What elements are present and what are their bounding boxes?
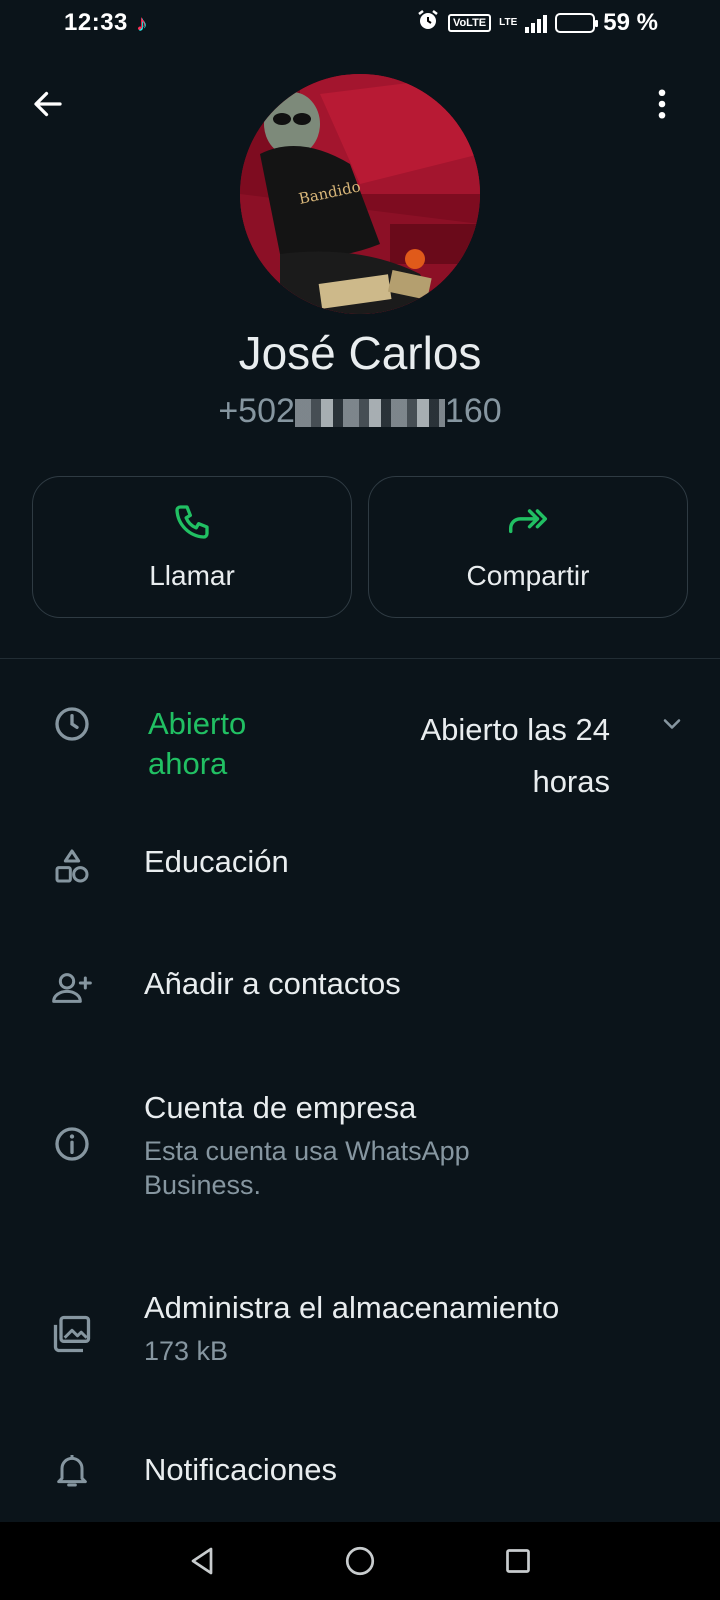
contact-phone: +502 160 <box>0 392 720 431</box>
manage-storage-title: Administra el almacenamiento <box>144 1290 560 1325</box>
lte-label: LTE <box>499 17 518 28</box>
add-contact-row[interactable]: Añadir a contactos <box>0 940 720 1036</box>
arrow-left-icon <box>34 91 62 117</box>
system-nav-bar <box>0 1522 720 1600</box>
business-account-row[interactable]: Cuenta de empresa Esta cuenta usa WhatsA… <box>0 1090 720 1220</box>
share-forward-icon <box>508 509 548 534</box>
back-button[interactable] <box>24 80 72 128</box>
share-button[interactable]: Compartir <box>368 476 688 618</box>
more-vertical-icon <box>658 89 666 119</box>
signal-icon <box>525 13 548 33</box>
business-account-subtitle: Esta cuenta usa WhatsApp Business. <box>144 1136 470 1200</box>
alarm-icon <box>416 8 440 39</box>
section-divider <box>0 658 720 659</box>
category-shapes-icon <box>48 842 96 890</box>
tiktok-notification-icon: ♪ <box>135 10 147 35</box>
nav-recents-button[interactable] <box>494 1537 542 1585</box>
add-contact-label: Añadir a contactos <box>144 966 401 1001</box>
contact-name: José Carlos <box>238 327 482 379</box>
nav-back-icon <box>191 1547 213 1575</box>
gallery-stack-icon <box>48 1310 96 1358</box>
business-account-title: Cuenta de empresa <box>144 1090 417 1125</box>
nav-recents-icon <box>506 1549 530 1573</box>
phone-suffix: 160 <box>444 392 502 430</box>
bell-icon <box>48 1446 96 1494</box>
nav-home-button[interactable] <box>336 1537 384 1585</box>
category-row: Educación <box>0 820 720 910</box>
chevron-down-icon <box>663 719 681 729</box>
call-button[interactable]: Llamar <box>32 476 352 618</box>
notifications-row[interactable]: Notificaciones <box>0 1440 720 1510</box>
business-hours-row[interactable] <box>0 700 720 800</box>
phone-icon <box>175 505 209 539</box>
battery-percent: 59 % <box>603 9 658 36</box>
hours-status: Abierto ahora <box>148 706 247 781</box>
status-time: 12:33 <box>64 9 128 36</box>
status-bar: 12:33 ♪ VoLTE LTE 59 % <box>0 0 720 46</box>
more-options-button[interactable] <box>638 80 686 128</box>
manage-storage-row[interactable]: Administra el almacenamiento 173 kB <box>0 1290 720 1390</box>
volte-badge: VoLTE <box>447 14 492 32</box>
call-label: Llamar <box>149 560 235 591</box>
hours-value: Abierto las 24 horas <box>420 712 610 799</box>
nav-home-icon <box>345 1546 375 1576</box>
clock-icon <box>48 700 96 748</box>
info-icon <box>48 1120 96 1168</box>
storage-size: 173 kB <box>144 1336 229 1366</box>
nav-back-button[interactable] <box>178 1537 226 1585</box>
category-label: Educación <box>144 844 289 879</box>
share-label: Compartir <box>466 560 590 591</box>
person-add-icon <box>48 964 96 1012</box>
battery-icon <box>555 13 599 33</box>
notifications-label: Notificaciones <box>144 1452 337 1487</box>
profile-avatar[interactable]: Bandido <box>240 74 480 314</box>
phone-prefix: +502 <box>218 392 295 430</box>
phone-redacted <box>294 399 445 428</box>
expand-hours-button[interactable] <box>648 704 696 744</box>
